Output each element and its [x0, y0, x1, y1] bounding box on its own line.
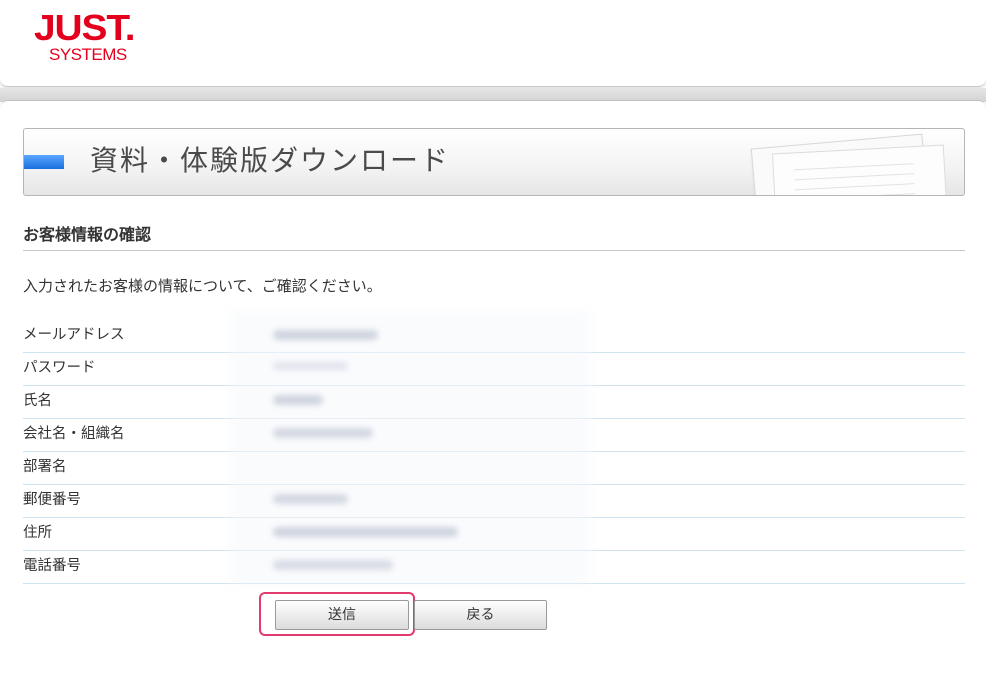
just-systems-logo[interactable]: JUST. SYSTEMS: [34, 8, 164, 68]
redacted-company-value: [273, 428, 373, 438]
intro-text: 入力されたお客様の情報について、ご確認ください。: [23, 277, 382, 295]
field-label-phone: 電話番号: [23, 558, 81, 574]
field-label-company: 会社名・組織名: [23, 426, 125, 442]
redacted-phone-value: [273, 560, 393, 570]
field-label-password: パスワード: [23, 360, 96, 376]
logo-sub-text: SYSTEMS: [49, 45, 127, 64]
logo-brand-text: JUST.: [34, 7, 136, 48]
field-label-address: 住所: [23, 525, 52, 541]
banner-accent-bar: [24, 155, 64, 169]
page-title: 資料・体験版ダウンロード: [90, 144, 451, 177]
redacted-postal-value: [273, 494, 348, 504]
redacted-address-value: [273, 527, 458, 537]
document-illustration-front: [771, 144, 949, 195]
back-button[interactable]: 戻る: [414, 600, 547, 630]
send-button[interactable]: 送信: [275, 600, 409, 630]
redacted-password-value: [273, 362, 348, 370]
page-banner: 資料・体験版ダウンロード: [23, 128, 965, 196]
redacted-name-value: [273, 395, 323, 405]
field-label-name: 氏名: [23, 393, 52, 409]
site-header: JUST. SYSTEMS: [0, 0, 986, 87]
section-heading: お客様情報の確認: [23, 225, 152, 244]
field-label-postal-code: 郵便番号: [23, 492, 81, 508]
field-label-department: 部署名: [23, 459, 67, 475]
field-label-email: メールアドレス: [23, 327, 125, 343]
redacted-values-overlay: [230, 310, 590, 585]
redacted-email-value: [273, 330, 378, 340]
section-divider: [23, 250, 965, 251]
